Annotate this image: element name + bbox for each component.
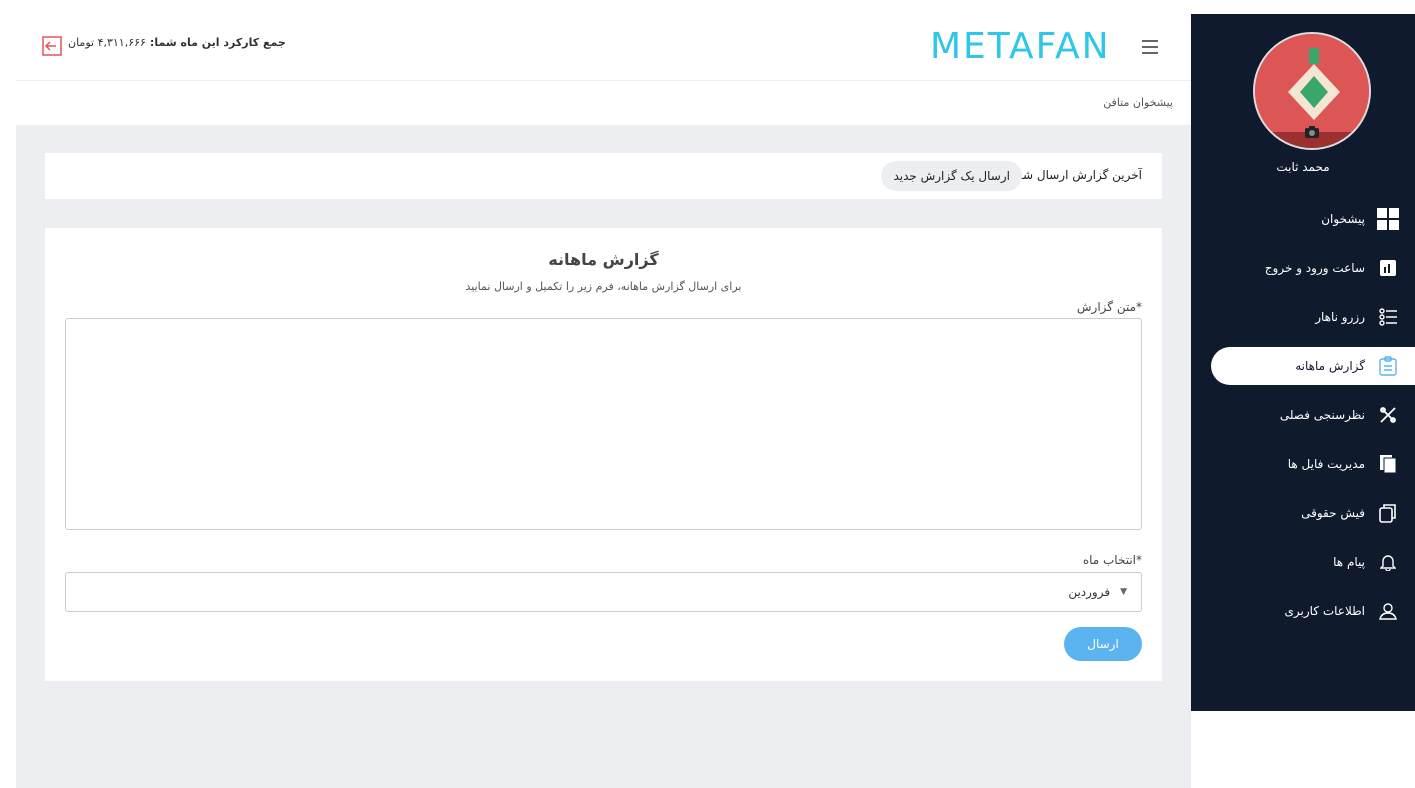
form-title: گزارش ماهانه bbox=[548, 250, 659, 269]
report-text-label: متن گزارش* bbox=[1076, 300, 1142, 314]
report-tabs: آخرین گزارش ارسال شده ارسال یک گزارش جدی… bbox=[45, 153, 1162, 199]
content-area: آخرین گزارش ارسال شده ارسال یک گزارش جدی… bbox=[16, 125, 1191, 788]
top-bar: جمع کارکرد این ماه شما: ۴,۳۱۱,۶۶۶ تومان … bbox=[16, 14, 1191, 81]
sidebar-item-monthly-report[interactable]: گزارش ماهانه bbox=[1211, 347, 1415, 385]
sidebar-item-survey[interactable]: نظرسنجی فصلی bbox=[1211, 396, 1415, 434]
logo-text: METAFAN bbox=[930, 26, 1111, 64]
bell-icon bbox=[1375, 549, 1401, 575]
tab-new-report[interactable]: ارسال یک گزارش جدید bbox=[881, 161, 1022, 191]
report-text-field[interactable] bbox=[65, 318, 1142, 530]
logout-icon[interactable] bbox=[42, 36, 62, 56]
monthly-earnings: جمع کارکرد این ماه شما: ۴,۳۱۱,۶۶۶ تومان bbox=[68, 36, 286, 49]
metafan-logo[interactable]: METAFAN bbox=[930, 26, 1130, 68]
breadcrumb: پیشخوان متافن bbox=[1103, 96, 1173, 109]
caret-down-icon: ▼ bbox=[1120, 587, 1127, 597]
clipboard-icon bbox=[1375, 353, 1401, 379]
sidebar-item-payslip[interactable]: فیش حقوقی bbox=[1211, 494, 1415, 532]
month-value: فروردین bbox=[1068, 585, 1111, 599]
sidebar-item-messages[interactable]: پیام ها bbox=[1211, 543, 1415, 581]
sidebar-item-label: گزارش ماهانه bbox=[1295, 359, 1365, 373]
copy-icon bbox=[1375, 500, 1401, 526]
files-icon bbox=[1375, 451, 1401, 477]
chart-icon bbox=[1375, 255, 1401, 281]
sidebar-item-label: نظرسنجی فصلی bbox=[1279, 408, 1365, 422]
sidebar: محمد ثابت پیشخوان ساعت ورود و خروج رزرو … bbox=[1191, 14, 1415, 711]
submit-button[interactable]: ارسال bbox=[1064, 627, 1142, 661]
sidebar-item-label: فیش حقوقی bbox=[1301, 506, 1365, 520]
sidebar-item-label: پیام ها bbox=[1333, 555, 1365, 569]
month-select[interactable]: ▼ فروردین bbox=[65, 572, 1142, 612]
sidebar-item-dashboard[interactable]: پیشخوان bbox=[1211, 200, 1415, 238]
tab-last-report[interactable]: آخرین گزارش ارسال شده bbox=[1010, 168, 1142, 182]
sidebar-item-attendance[interactable]: ساعت ورود و خروج bbox=[1211, 249, 1415, 287]
user-icon bbox=[1375, 598, 1401, 624]
dashboard-icon bbox=[1375, 206, 1401, 232]
sidebar-item-label: مدیریت فایل ها bbox=[1287, 457, 1365, 471]
sidebar-item-profile[interactable]: اطلاعات کاربری bbox=[1211, 592, 1415, 630]
earnings-value: ۴,۳۱۱,۶۶۶ تومان bbox=[68, 36, 146, 49]
sidebar-item-label: اطلاعات کاربری bbox=[1284, 604, 1366, 618]
camera-icon[interactable] bbox=[1304, 124, 1320, 138]
monthly-report-form: گزارش ماهانه برای ارسال گزارش ماهانه، فر… bbox=[45, 228, 1162, 681]
month-label: انتخاب ماه* bbox=[1082, 553, 1142, 567]
sidebar-item-label: ساعت ورود و خروج bbox=[1264, 261, 1365, 275]
user-name: محمد ثابت bbox=[1276, 160, 1330, 174]
sidebar-item-files[interactable]: مدیریت فایل ها bbox=[1211, 445, 1415, 483]
sidebar-item-lunch[interactable]: رزرو ناهار bbox=[1211, 298, 1415, 336]
list-icon bbox=[1375, 304, 1401, 330]
earnings-label: جمع کارکرد این ماه شما: bbox=[149, 36, 286, 49]
tools-icon bbox=[1375, 402, 1401, 428]
sidebar-item-label: پیشخوان bbox=[1321, 212, 1365, 226]
menu-toggle-icon[interactable] bbox=[1142, 40, 1158, 54]
sidebar-item-label: رزرو ناهار bbox=[1315, 310, 1365, 324]
form-subtitle: برای ارسال گزارش ماهانه، فرم زیر را تکمی… bbox=[465, 280, 742, 293]
